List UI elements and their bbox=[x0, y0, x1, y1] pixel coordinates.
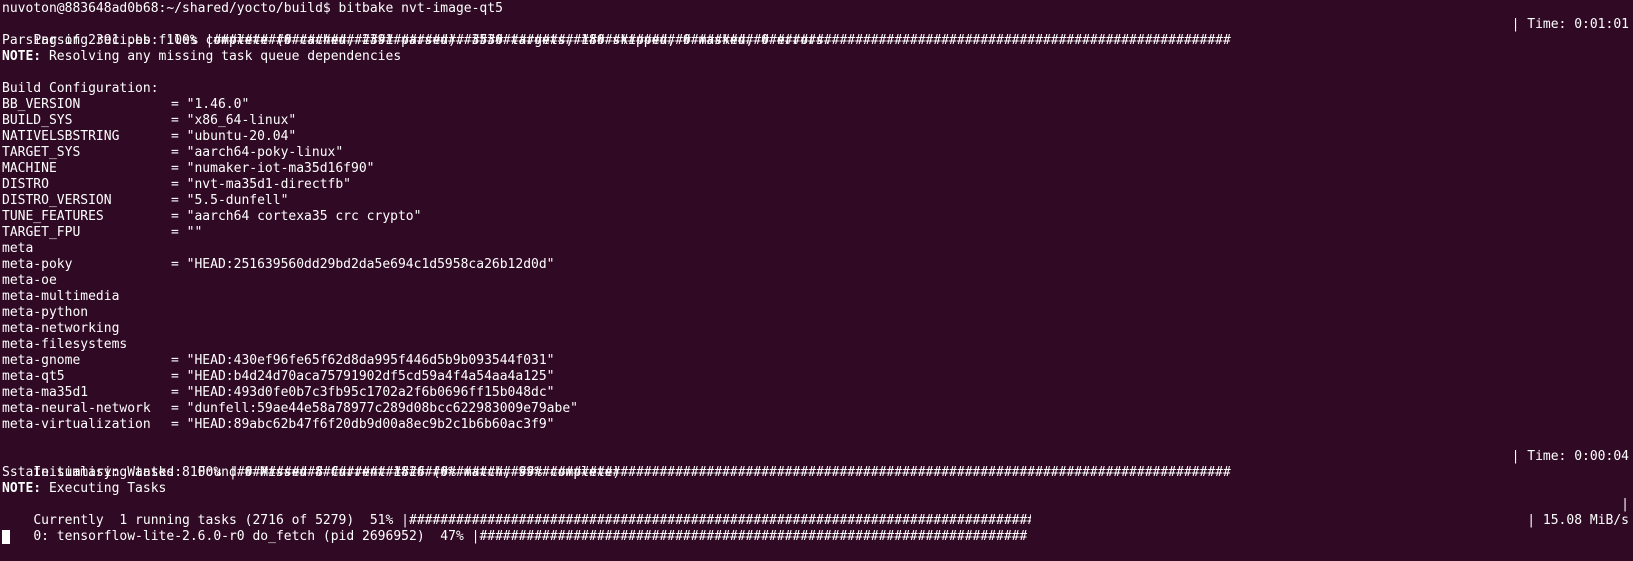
config-row: meta-neural-network = "dunfell:59ae44e58a… bbox=[2, 401, 1633, 417]
config-key: meta-oe bbox=[2, 273, 57, 288]
config-value: = "HEAD:251639560dd29bd2da5e694c1d5958ca… bbox=[171, 257, 555, 272]
note-text: Executing Tasks bbox=[41, 481, 167, 496]
config-key: TARGET_FPU bbox=[2, 225, 81, 240]
config-row: DISTRO = "nvt-ma35d1-directfb" bbox=[2, 177, 1633, 193]
note-text: Resolving any missing task queue depende… bbox=[41, 49, 402, 64]
config-value: = "HEAD:430ef96fe65f62d8da995f446d5b9b09… bbox=[171, 353, 555, 368]
config-row: meta-virtualization = "HEAD:89abc62b47f6f… bbox=[2, 417, 1633, 433]
build-config-list: BB_VERSION = "1.46.0" BUILD_SYS = "x86_64-l… bbox=[2, 97, 1633, 433]
config-value: = "dunfell:59ae44e58a78977c289d08bcc6229… bbox=[171, 401, 578, 416]
running-tasks-line: Currently 1 running tasks (2716 of 5279)… bbox=[2, 497, 1633, 528]
config-row: meta-networking bbox=[2, 321, 1633, 337]
build-config-title: Build Configuration: bbox=[2, 81, 159, 96]
init-time: | Time: 0:00:04 bbox=[1511, 449, 1629, 464]
sstate-summary-line: Sstate summary: Wanted 8 Found 0 Missed … bbox=[2, 465, 621, 480]
task-speed: | 15.08 MiB/s bbox=[1527, 513, 1629, 528]
task-progress-line: 0: tensorflow-lite-2.6.0-r0 do_fetch (pi… bbox=[2, 513, 1633, 544]
config-value: = "HEAD:89abc62b47f6f20db9d00a8ec9b2c1b6… bbox=[171, 417, 555, 432]
config-row: meta-multimedia bbox=[2, 289, 1633, 305]
config-row: TARGET_SYS = "aarch64-poky-linux" bbox=[2, 145, 1633, 161]
config-row: meta-gnome = "HEAD:430ef96fe65f62d8da995f… bbox=[2, 353, 1633, 369]
config-key: meta bbox=[2, 241, 34, 256]
config-key: meta-multimedia bbox=[2, 289, 120, 304]
config-row: NATIVELSBSTRING = "ubuntu-20.04" bbox=[2, 129, 1633, 145]
config-row: TUNE_FEATURES = "aarch64 cortexa35 crc cr… bbox=[2, 209, 1633, 225]
config-key: TARGET_SYS bbox=[2, 145, 81, 160]
text-cursor bbox=[2, 530, 10, 544]
parse-summary-line: Parsing of 2391 .bb files complete (0 ca… bbox=[2, 33, 832, 48]
config-key: meta-neural-network bbox=[2, 401, 151, 416]
config-key: meta-qt5 bbox=[2, 369, 65, 384]
config-key: BB_VERSION bbox=[2, 97, 81, 112]
config-value: = "ubuntu-20.04" bbox=[171, 129, 297, 144]
cursor-line bbox=[2, 529, 1633, 545]
note-label: NOTE: bbox=[2, 49, 42, 64]
terminal-window[interactable]: nuvoton@883648ad0b68:~/shared/yocto/buil… bbox=[0, 0, 1633, 544]
note-label: NOTE: bbox=[2, 481, 42, 496]
config-value: = "HEAD:b4d24d70aca75791902df5cd59a4f4a5… bbox=[171, 369, 555, 384]
config-row: meta-filesystems bbox=[2, 337, 1633, 353]
config-row: meta-qt5 = "HEAD:b4d24d70aca75791902df5cd… bbox=[2, 369, 1633, 385]
config-key: BUILD_SYS bbox=[2, 113, 73, 128]
config-row: MACHINE = "numaker-iot-ma35d16f90" bbox=[2, 161, 1633, 177]
config-value: = "aarch64-poky-linux" bbox=[171, 145, 344, 160]
config-row: TARGET_FPU = "" bbox=[2, 225, 1633, 241]
config-key: TUNE_FEATURES bbox=[2, 209, 104, 224]
config-key: meta-virtualization bbox=[2, 417, 151, 432]
config-row: meta-poky = "HEAD:251639560dd29bd2da5e694… bbox=[2, 257, 1633, 273]
config-key: DISTRO_VERSION bbox=[2, 193, 112, 208]
config-row: meta-oe bbox=[2, 273, 1633, 289]
config-row: meta-ma35d1 = "HEAD:493d0fe0b7c3fb95c1702… bbox=[2, 385, 1633, 401]
config-key: meta-networking bbox=[2, 321, 120, 336]
config-row: meta-python bbox=[2, 305, 1633, 321]
config-row: BUILD_SYS = "x86_64-linux" bbox=[2, 113, 1633, 129]
init-progress-line: Initialising tasks: 100% |##############… bbox=[2, 449, 1633, 480]
config-key: meta-poky bbox=[2, 257, 73, 272]
config-value: = "HEAD:493d0fe0b7c3fb95c1702a2f6b0696ff… bbox=[171, 385, 555, 400]
config-value: = "5.5-dunfell" bbox=[171, 193, 289, 208]
config-value: = "aarch64 cortexa35 crc crypto" bbox=[171, 209, 422, 224]
config-key: meta-filesystems bbox=[2, 337, 128, 352]
config-key: meta-ma35d1 bbox=[2, 385, 89, 400]
parsing-time: | Time: 0:01:01 bbox=[1511, 17, 1629, 32]
config-value: = "nvt-ma35d1-directfb" bbox=[171, 177, 352, 192]
running-tasks-bar-end: | bbox=[1621, 497, 1629, 512]
note-line: NOTE: Resolving any missing task queue d… bbox=[2, 49, 1633, 65]
config-value: = "1.46.0" bbox=[171, 97, 250, 112]
config-key: MACHINE bbox=[2, 161, 57, 176]
config-value: = "numaker-iot-ma35d16f90" bbox=[171, 161, 375, 176]
parsing-progress-line: Parsing recipes: 100% |#################… bbox=[2, 17, 1633, 48]
config-key: meta-python bbox=[2, 305, 89, 320]
config-value: = "x86_64-linux" bbox=[171, 113, 297, 128]
config-row: DISTRO_VERSION = "5.5-dunfell" bbox=[2, 193, 1633, 209]
config-value: = "" bbox=[171, 225, 203, 240]
config-key: DISTRO bbox=[2, 177, 49, 192]
config-row: meta bbox=[2, 241, 1633, 257]
command-prompt-line: nuvoton@883648ad0b68:~/shared/yocto/buil… bbox=[2, 1, 503, 16]
note-line: NOTE: Executing Tasks bbox=[2, 481, 1633, 497]
config-key: NATIVELSBSTRING bbox=[2, 129, 120, 144]
config-row: BB_VERSION = "1.46.0" bbox=[2, 97, 1633, 113]
config-key: meta-gnome bbox=[2, 353, 81, 368]
